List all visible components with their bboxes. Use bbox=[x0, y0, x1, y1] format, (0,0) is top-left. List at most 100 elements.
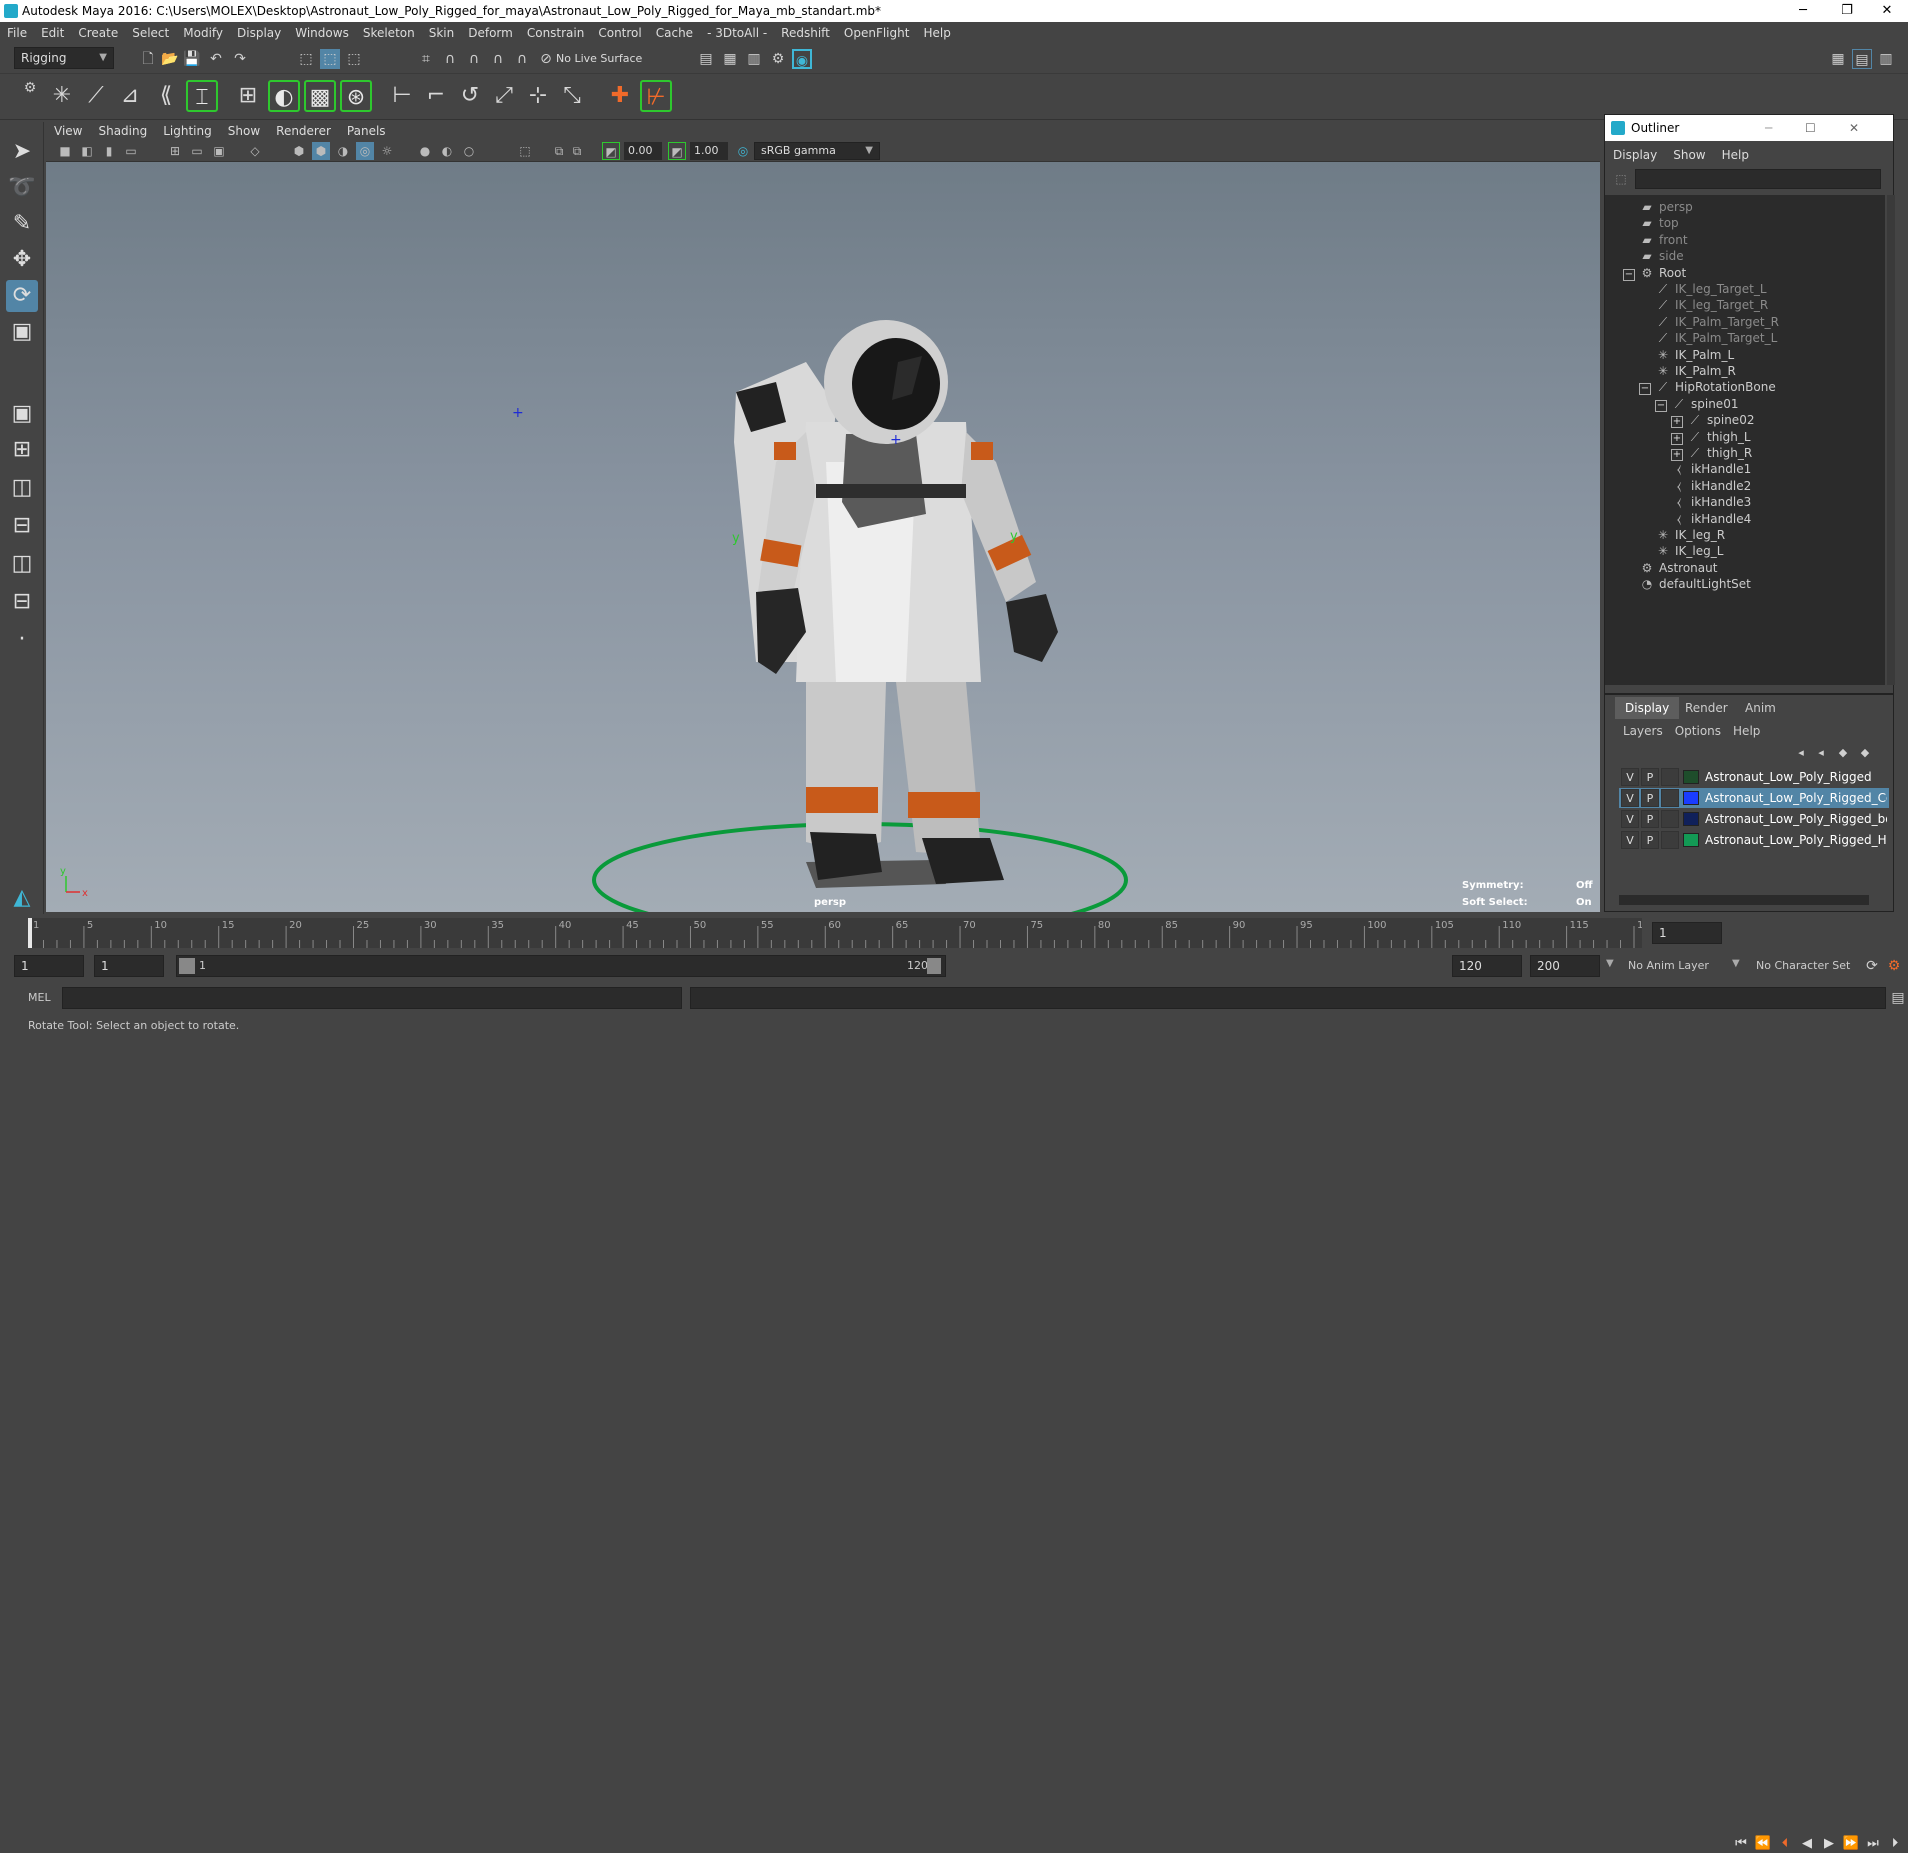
select-object-icon[interactable]: ⬚ bbox=[320, 49, 340, 69]
outliner-layout-icon[interactable]: ⊟ bbox=[6, 510, 38, 542]
scale-tool-icon[interactable]: ▣ bbox=[6, 316, 38, 348]
go-to-end-icon[interactable]: ⏭ bbox=[1864, 1835, 1882, 1853]
play-backwards-icon[interactable]: ◀ bbox=[1798, 1835, 1816, 1853]
live-surface-label[interactable]: No Live Surface bbox=[556, 48, 642, 70]
time-ruler[interactable]: 1 5 10 15 20 25 30 35 40 45 50 55 60 65 70 75 80 85 90 95 10… bbox=[28, 918, 1656, 948]
select-hierarchy-icon[interactable]: ⬚ bbox=[296, 49, 316, 69]
wireframe-on-shaded-icon[interactable]: ⬢ bbox=[312, 142, 330, 160]
insert-joint-icon[interactable]: ⟪ bbox=[150, 80, 182, 112]
layer-color-swatch[interactable] bbox=[1683, 833, 1699, 847]
step-back-frame-icon[interactable]: ⏴ bbox=[1776, 1835, 1794, 1853]
bookmark-icon[interactable]: ▮ bbox=[100, 142, 118, 160]
snap-point-icon[interactable]: ∩ bbox=[464, 49, 484, 69]
view-transform-dropdown[interactable]: sRGB gamma ▼ bbox=[754, 142, 880, 160]
film-gate-icon[interactable]: ▭ bbox=[188, 142, 206, 160]
playback-start-field[interactable]: 1 bbox=[94, 955, 164, 977]
viewport-menu-5[interactable]: Panels bbox=[339, 122, 394, 140]
animation-end-field[interactable]: 200 bbox=[1530, 955, 1600, 977]
outliner-filter-icon[interactable]: ⬚ bbox=[1611, 169, 1631, 189]
current-time-indicator[interactable] bbox=[28, 918, 32, 948]
xray-joints-icon[interactable]: ⧉ bbox=[550, 142, 568, 160]
ambient-occlusion-icon[interactable]: ● bbox=[416, 142, 434, 160]
layer-color-swatch[interactable] bbox=[1683, 791, 1699, 805]
two-pane-layout-icon[interactable]: ◫ bbox=[6, 472, 38, 504]
layer-visibility-toggle[interactable]: V bbox=[1621, 810, 1639, 828]
layer-visibility-toggle[interactable]: V bbox=[1621, 768, 1639, 786]
layer-display-type-toggle[interactable] bbox=[1661, 810, 1679, 828]
play-forwards-icon[interactable]: ▶ bbox=[1820, 1835, 1838, 1853]
outliner-minimize-button[interactable]: ─ bbox=[1765, 115, 1772, 141]
undo-icon[interactable]: ↶ bbox=[206, 49, 226, 69]
mirror-joint-icon[interactable]: ⌶ bbox=[186, 80, 218, 112]
layer-color-swatch[interactable] bbox=[1683, 770, 1699, 784]
menu-set-dropdown[interactable]: Rigging ▼ bbox=[14, 47, 114, 69]
menu-6[interactable]: Windows bbox=[288, 22, 356, 44]
expand-toggle-icon[interactable]: − bbox=[1655, 399, 1667, 412]
layer-visibility-toggle[interactable]: V bbox=[1621, 831, 1639, 849]
outliner-menu-1[interactable]: Show bbox=[1665, 148, 1713, 162]
bind-skin-icon[interactable]: ⊞ bbox=[232, 80, 264, 112]
viewport-menu-1[interactable]: Shading bbox=[90, 122, 155, 140]
isolate-select-icon[interactable]: ⬚ bbox=[516, 142, 534, 160]
range-start-handle[interactable] bbox=[179, 958, 195, 974]
menu-11[interactable]: Control bbox=[591, 22, 648, 44]
resolution-gate-icon[interactable]: ▣ bbox=[210, 142, 228, 160]
menu-10[interactable]: Constrain bbox=[520, 22, 592, 44]
outliner-menu-2[interactable]: Help bbox=[1714, 148, 1757, 162]
select-camera-icon[interactable]: ■ bbox=[56, 142, 74, 160]
layer-menu-0[interactable]: Layers bbox=[1617, 724, 1669, 738]
menu-9[interactable]: Deform bbox=[461, 22, 520, 44]
scale-constraint-icon[interactable]: ⤢ bbox=[488, 80, 520, 112]
minimize-button[interactable]: ─ bbox=[1780, 0, 1826, 22]
toolbox-more-icon[interactable]: · bbox=[6, 624, 38, 656]
character-set-label[interactable]: No Character Set bbox=[1756, 959, 1850, 972]
layer-menu-1[interactable]: Options bbox=[1669, 724, 1727, 738]
four-pane-layout-icon[interactable]: ⊞ bbox=[6, 434, 38, 466]
xray-active-icon[interactable]: ⧉ bbox=[568, 142, 586, 160]
layer-row[interactable]: VP Astronaut_Low_Poly_Rigged_Contro bbox=[1619, 788, 1889, 808]
motion-blur-icon[interactable]: ◐ bbox=[438, 142, 456, 160]
pole-vector-icon[interactable]: ⤡ bbox=[556, 80, 588, 112]
current-frame-field[interactable]: 1 bbox=[1652, 922, 1722, 944]
select-component-icon[interactable]: ⬚ bbox=[344, 49, 364, 69]
layer-display-type-toggle[interactable] bbox=[1661, 789, 1679, 807]
layer-visibility-toggle[interactable]: V bbox=[1621, 789, 1639, 807]
anim-layer-dropdown-arrow[interactable]: ▼ bbox=[1606, 958, 1614, 969]
step-forward-frame-icon[interactable]: ⏵ bbox=[1886, 1835, 1904, 1853]
snap-grid-icon[interactable]: ⌗ bbox=[416, 49, 436, 69]
parent-constraint-icon[interactable]: ⊹ bbox=[522, 80, 554, 112]
viewport-menu-2[interactable]: Lighting bbox=[155, 122, 220, 140]
layer-display-type-toggle[interactable] bbox=[1661, 831, 1679, 849]
menu-14[interactable]: Redshift bbox=[774, 22, 837, 44]
component-editor-icon[interactable]: ⊛ bbox=[340, 80, 372, 112]
gamma-icon[interactable]: ◩ bbox=[668, 142, 686, 160]
menu-15[interactable]: OpenFlight bbox=[837, 22, 917, 44]
paint-weights-icon[interactable]: ▩ bbox=[304, 80, 336, 112]
outliner-close-button[interactable]: ✕ bbox=[1849, 115, 1859, 141]
layer-menu-2[interactable]: Help bbox=[1727, 724, 1766, 738]
use-all-lights-icon[interactable]: ◎ bbox=[356, 142, 374, 160]
layer-tab-2[interactable]: Anim bbox=[1735, 697, 1786, 719]
time-slider[interactable]: 1 5 10 15 20 25 30 35 40 45 50 55 60 65 70 75 80 85 90 95 10… bbox=[0, 914, 1908, 1851]
menu-7[interactable]: Skeleton bbox=[356, 22, 422, 44]
antialias-icon[interactable]: ○ bbox=[460, 142, 478, 160]
tool-settings-icon[interactable]: ▥ bbox=[1876, 49, 1896, 69]
layer-display-type-toggle[interactable] bbox=[1661, 768, 1679, 786]
viewport-menu-0[interactable]: View bbox=[46, 122, 90, 140]
shelf-tab-gear-icon[interactable]: ⚙ bbox=[20, 78, 40, 98]
command-input[interactable] bbox=[62, 987, 682, 1009]
menu-0[interactable]: File bbox=[0, 22, 34, 44]
grid-toggle-icon[interactable]: ⊞ bbox=[166, 142, 184, 160]
ipr-render-icon[interactable]: ▥ bbox=[744, 49, 764, 69]
menu-12[interactable]: Cache bbox=[649, 22, 700, 44]
outliner-scrollbar[interactable] bbox=[1887, 195, 1895, 685]
graph-layout-icon[interactable]: ◫ bbox=[6, 548, 38, 580]
wireframe-icon[interactable]: ◇ bbox=[246, 142, 264, 160]
layer-tab-0[interactable]: Display bbox=[1615, 697, 1680, 719]
playback-end-field[interactable]: 120 bbox=[1452, 955, 1522, 977]
preferences-icon[interactable]: ⚙ bbox=[1884, 956, 1904, 976]
snap-view-icon[interactable]: ∩ bbox=[488, 49, 508, 69]
script-language-label[interactable]: MEL bbox=[28, 989, 51, 1007]
render-current-icon[interactable]: ▦ bbox=[720, 49, 740, 69]
layer-playback-toggle[interactable]: P bbox=[1641, 768, 1659, 786]
